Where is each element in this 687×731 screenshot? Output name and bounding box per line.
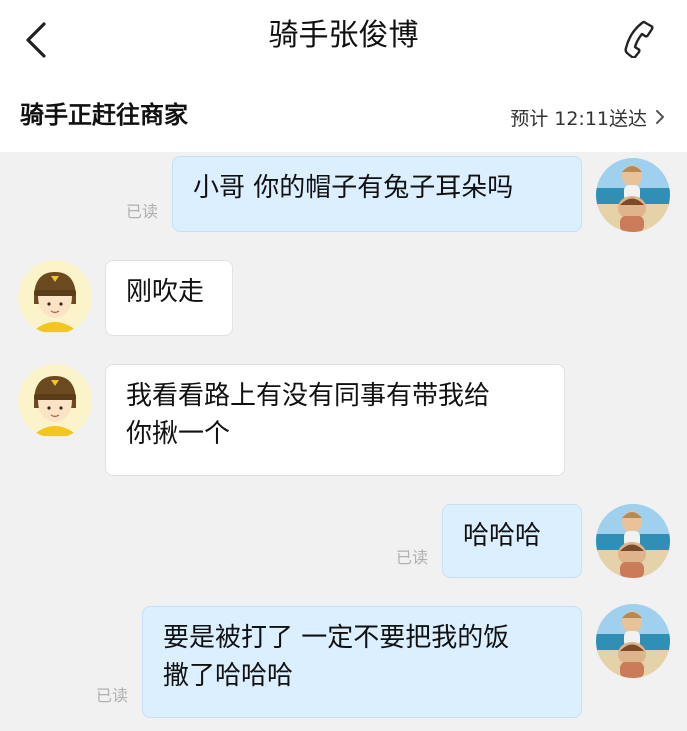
- user-avatar[interactable]: [596, 604, 670, 678]
- delivery-status-bar: 骑手正赶往商家 预计 12:11送达: [0, 80, 687, 152]
- message-bubble-outgoing[interactable]: 小哥 你的帽子有兔子耳朵吗: [172, 156, 582, 232]
- eta-link[interactable]: 预计 12:11送达: [510, 102, 665, 132]
- eta-text: 预计 12:11送达: [510, 107, 647, 130]
- phone-icon: [624, 20, 654, 59]
- message-bubble-incoming[interactable]: 刚吹走: [105, 260, 233, 336]
- page-title: 骑手张俊博: [268, 18, 419, 53]
- delivery-status-text: 骑手正赶往商家: [20, 101, 188, 129]
- rider-avatar[interactable]: [18, 364, 92, 438]
- message-bubble-outgoing[interactable]: 哈哈哈: [442, 504, 582, 578]
- read-receipt: 已读: [126, 202, 159, 221]
- user-avatar[interactable]: [596, 158, 670, 232]
- read-receipt: 已读: [96, 686, 129, 705]
- rider-avatar[interactable]: [18, 260, 92, 334]
- read-receipt: 已读: [396, 548, 429, 567]
- call-button[interactable]: [621, 18, 657, 59]
- user-avatar[interactable]: [596, 504, 670, 578]
- message-bubble-incoming[interactable]: 我看看路上有没有同事有带我给 你揪一个: [105, 364, 565, 476]
- message-bubble-outgoing[interactable]: 要是被打了 一定不要把我的饭 撒了哈哈哈: [142, 606, 582, 718]
- top-nav-bar: 骑手张俊博: [0, 0, 687, 80]
- chevron-right-icon: [656, 110, 664, 124]
- message-list: 已读 小哥 你的帽子有兔子耳朵吗 刚吹走 我看看路上有没有同事有带我给 你揪一个…: [0, 152, 687, 731]
